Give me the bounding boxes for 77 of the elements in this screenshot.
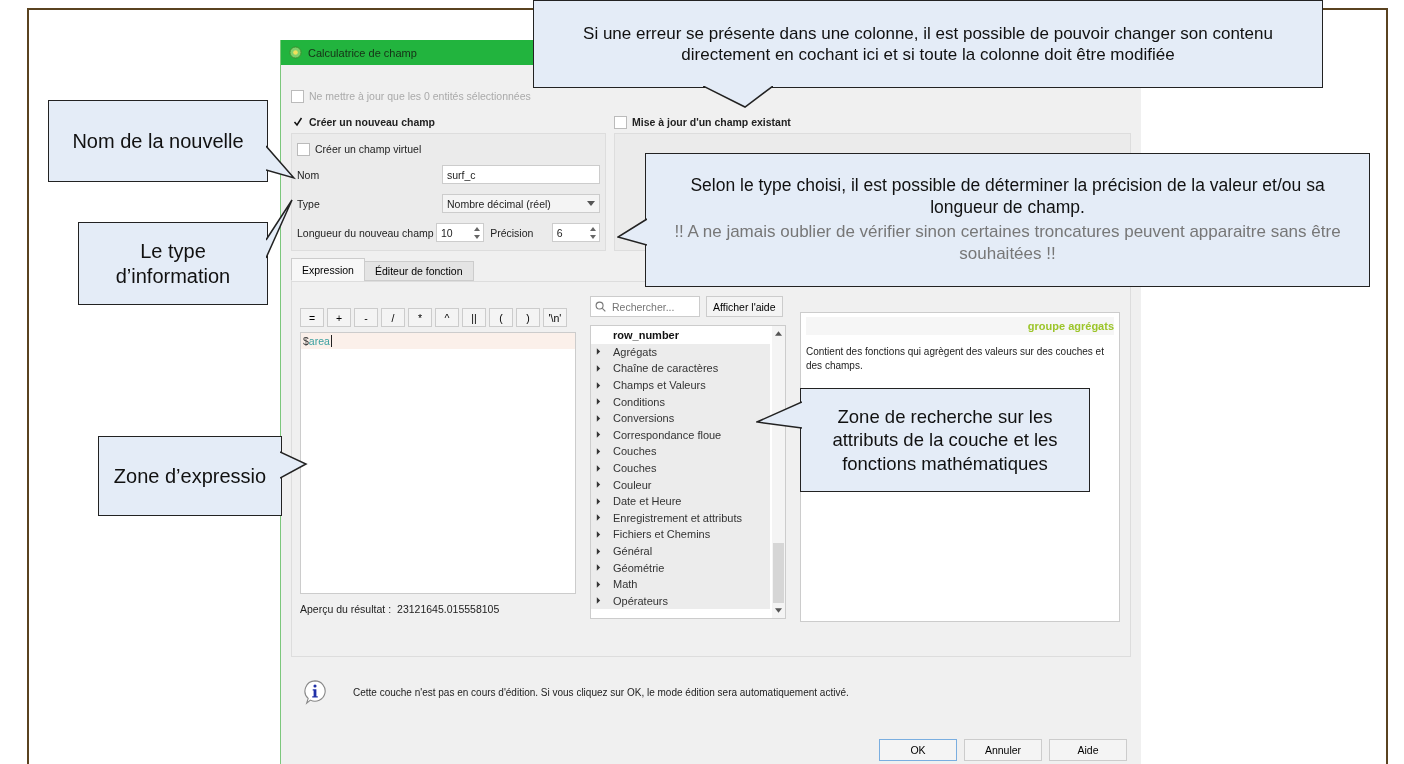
expand-arrow-icon[interactable] — [596, 530, 601, 538]
operator-button[interactable]: ^ — [435, 308, 459, 327]
expand-arrow-icon[interactable] — [596, 365, 601, 372]
field-label: Longueur du nouveau champ — [297, 226, 435, 239]
operator-button[interactable]: = — [300, 308, 324, 327]
expand-arrow-icon[interactable] — [596, 547, 601, 555]
expression-editor[interactable]: $area — [300, 332, 576, 594]
preview-label: Aperçu du résultat : — [300, 603, 392, 615]
search-field[interactable]: Rechercher... — [590, 296, 700, 317]
help-title: groupe agrégats — [806, 317, 1114, 335]
expand-arrow-icon[interactable] — [596, 381, 601, 389]
field-label: Précision — [490, 226, 535, 239]
operator-button[interactable]: - — [354, 308, 378, 327]
help-text: Contient des fonctions qui agrègent des valeurs sur des couches et des champs. — [806, 345, 1105, 372]
callout-text: Zone de recherche sur les attributs de la couche et les fonctions mathématiques — [831, 405, 1059, 475]
virtual-field-checkbox[interactable]: Créer un champ virtuel — [297, 140, 600, 158]
operator-button[interactable]: ) — [516, 308, 540, 327]
name-input[interactable]: surf_c — [442, 165, 600, 184]
list-item[interactable]: Couches — [613, 462, 657, 475]
operator-button[interactable]: '\n' — [543, 308, 567, 327]
list-item[interactable]: Math — [613, 578, 638, 591]
spin-arrows-icon[interactable] — [473, 225, 482, 240]
expand-arrow-icon[interactable] — [596, 580, 601, 588]
type-dropdown[interactable]: Nombre décimal (réel) — [442, 194, 600, 213]
dropdown-caret-icon — [587, 201, 595, 206]
dialog-button[interactable]: Aide — [1049, 739, 1127, 761]
callout-note: !! A ne jamais oublier de vérifier sinon certaines troncatures peuvent apparaitre sans être souhaitées !! — [673, 220, 1342, 265]
scroll-down-icon[interactable] — [775, 608, 782, 613]
tab[interactable]: Éditeur de fonction — [363, 261, 474, 281]
callout-text: Le type d’information — [114, 238, 232, 289]
window-title: Calculatrice de champ — [308, 46, 417, 59]
preview-value: 23121645.015558105 — [397, 603, 500, 615]
info-message: Cette couche n'est pas en cours d'édition. Si vous cliquez sur OK, le mode édition sera automatiquement activé. — [353, 686, 849, 698]
operator-button[interactable]: || — [462, 308, 486, 327]
expression-text: $area — [301, 333, 575, 349]
expand-arrow-icon[interactable] — [596, 414, 601, 422]
list-item[interactable]: Général — [613, 545, 653, 557]
check-icon — [292, 117, 303, 127]
callout-text: Selon le type choisi, il est possible de déterminer la précision de la valeur et/ou sa longueur de champ. — [689, 175, 1326, 219]
callout-text: Si une erreur se présente dans une colonne, il est possible de pouvoir changer son contenu directement en cochant ici et si toute la colonne doit être modifiée — [582, 22, 1274, 66]
expand-arrow-icon[interactable] — [596, 348, 601, 356]
show-help-button[interactable]: Afficher l'aide — [706, 296, 783, 317]
list-item[interactable]: Agrégats — [613, 345, 658, 358]
operator-button[interactable]: / — [381, 308, 405, 327]
callout-text: Zone d’expressio — [112, 463, 268, 489]
scrollbar[interactable] — [772, 326, 785, 618]
spin-arrows-icon[interactable] — [589, 225, 597, 240]
operator-button[interactable]: + — [327, 308, 351, 327]
callout-text: Nom de la nouvelle — [71, 128, 245, 154]
list-item[interactable]: Couleur — [613, 478, 652, 491]
length-spinbox[interactable]: 10 — [435, 223, 485, 242]
expand-arrow-icon[interactable] — [596, 481, 601, 489]
expand-arrow-icon[interactable] — [596, 597, 601, 605]
expand-arrow-icon[interactable] — [596, 464, 601, 472]
list-item[interactable]: row_number — [613, 329, 679, 342]
expand-arrow-icon[interactable] — [596, 447, 601, 455]
app-icon — [289, 46, 302, 59]
tab[interactable]: Expression — [291, 258, 365, 281]
expand-arrow-icon[interactable] — [596, 564, 601, 572]
precision-spinbox[interactable]: 6 — [551, 223, 600, 242]
expand-arrow-icon[interactable] — [596, 497, 601, 505]
create-field-checkbox[interactable]: Créer un nouveau champ — [291, 113, 606, 131]
expand-arrow-icon[interactable] — [596, 514, 601, 522]
scroll-thumb[interactable] — [773, 543, 784, 603]
update-field-checkbox[interactable]: Mise à jour d'un champ existant — [614, 113, 1131, 131]
field-label: Type — [297, 197, 321, 210]
operator-button[interactable]: ( — [489, 308, 513, 327]
expand-arrow-icon[interactable] — [596, 431, 601, 439]
dialog-button[interactable]: Annuler — [964, 739, 1042, 761]
list-item[interactable]: Couches — [613, 445, 657, 458]
search-icon — [595, 301, 606, 312]
scroll-up-icon[interactable] — [775, 331, 782, 336]
field-label: Nom — [297, 168, 321, 181]
info-icon — [303, 679, 327, 705]
expand-arrow-icon[interactable] — [596, 398, 601, 406]
operator-button[interactable]: * — [408, 308, 432, 327]
dialog-button[interactable]: OK — [879, 739, 957, 761]
